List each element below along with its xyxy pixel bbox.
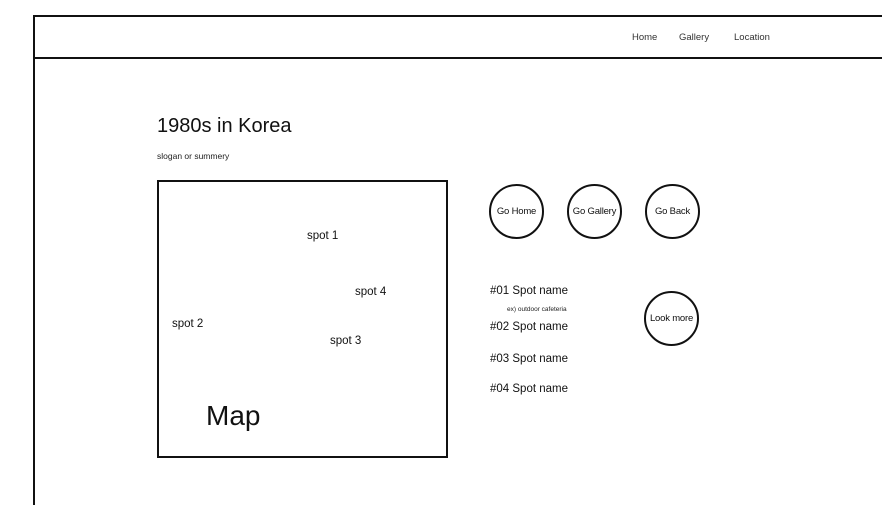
map-label: Map	[206, 400, 261, 431]
map-spot-3[interactable]: spot 3	[330, 335, 361, 347]
map-spot-2[interactable]: spot 2	[172, 318, 203, 330]
spot-list-item-1-detail: ex) outdoor cafeteria	[507, 306, 567, 313]
map-spot-1[interactable]: spot 1	[307, 230, 338, 242]
page-slogan: slogan or summery	[157, 151, 230, 161]
spot-list-item-4[interactable]: #04 Spot name	[490, 383, 568, 395]
spot-list-item-1[interactable]: #01 Spot name	[490, 285, 568, 297]
header-divider	[33, 57, 882, 59]
go-back-button[interactable]: Go Back	[645, 184, 700, 239]
nav-gallery-link[interactable]: Gallery	[679, 32, 709, 43]
spot-list-item-3[interactable]: #03 Spot name	[490, 353, 568, 365]
map-panel[interactable]: spot 1 spot 4 spot 2 spot 3 Map	[157, 180, 448, 458]
nav-home-link[interactable]: Home	[632, 32, 657, 43]
page-title: 1980s in Korea	[157, 115, 292, 137]
nav-location-link[interactable]: Location	[734, 32, 770, 43]
spot-list-item-2[interactable]: #02 Spot name	[490, 321, 568, 333]
look-more-button[interactable]: Look more	[644, 291, 699, 346]
go-home-button[interactable]: Go Home	[489, 184, 544, 239]
map-spot-4[interactable]: spot 4	[355, 286, 386, 298]
go-gallery-button[interactable]: Go Gallery	[567, 184, 622, 239]
